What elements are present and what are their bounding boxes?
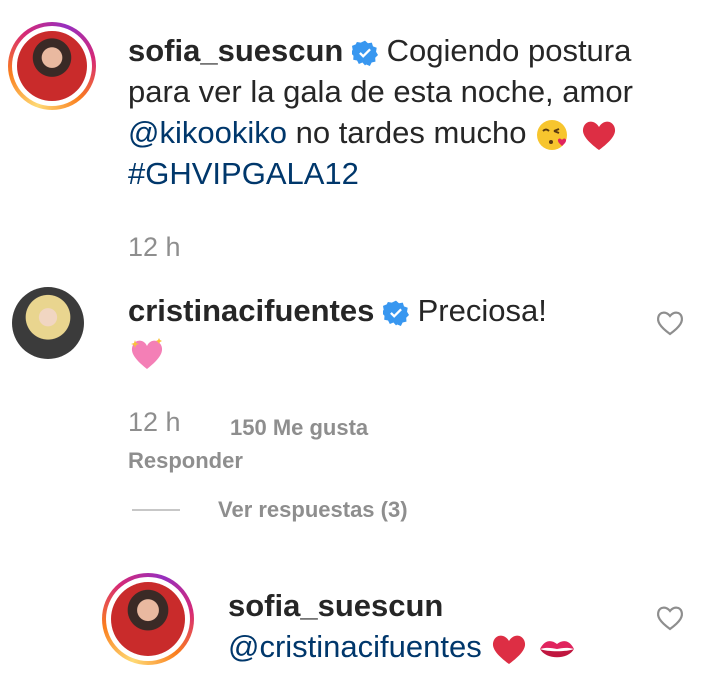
verified-badge-icon bbox=[352, 40, 378, 66]
reply-author-username[interactable]: sofia_suescun bbox=[228, 585, 648, 626]
comment-text: Preciosa! bbox=[417, 293, 547, 328]
comment-body: cristinacifuentes Preciosa! bbox=[128, 290, 628, 372]
mention-link[interactable]: @kikookiko bbox=[128, 115, 287, 150]
reply-button[interactable]: Responder bbox=[128, 448, 243, 474]
hashtag-link[interactable]: #GHVIPGALA12 bbox=[128, 153, 708, 194]
post-author-avatar[interactable] bbox=[8, 22, 96, 110]
replies-divider bbox=[132, 509, 180, 511]
red-heart-emoji bbox=[582, 121, 615, 150]
caption-line-1: Cogiendo postura bbox=[386, 33, 632, 68]
like-comment-heart-icon[interactable] bbox=[655, 308, 685, 336]
view-replies-button[interactable]: Ver respuestas (3) bbox=[218, 497, 408, 523]
face-blowing-kiss-emoji bbox=[537, 119, 568, 150]
post-timestamp[interactable]: 12 h bbox=[128, 232, 181, 263]
caption-line-3: no tardes mucho bbox=[295, 115, 527, 150]
like-reply-heart-icon[interactable] bbox=[655, 603, 685, 631]
commenter-username[interactable]: cristinacifuentes bbox=[128, 293, 374, 328]
post-caption: sofia_suescun Cogiendo postura para ver … bbox=[128, 30, 708, 194]
caption-line-2: para ver la gala de esta noche, amor bbox=[128, 74, 633, 109]
sparkling-heart-emoji bbox=[131, 337, 163, 369]
verified-badge-icon bbox=[383, 300, 409, 326]
comment-timestamp[interactable]: 12 h bbox=[128, 407, 181, 438]
reply-body: sofia_suescun @cristinacifuentes bbox=[228, 585, 648, 667]
red-heart-emoji bbox=[493, 635, 526, 664]
commenter-avatar[interactable] bbox=[12, 287, 84, 359]
comment-likes-count[interactable]: 150 Me gusta bbox=[230, 415, 368, 441]
reply-author-avatar[interactable] bbox=[102, 573, 194, 665]
reply-mention-link[interactable]: @cristinacifuentes bbox=[228, 629, 482, 664]
post-author-username[interactable]: sofia_suescun bbox=[128, 33, 343, 68]
kiss-mark-emoji bbox=[540, 640, 574, 658]
